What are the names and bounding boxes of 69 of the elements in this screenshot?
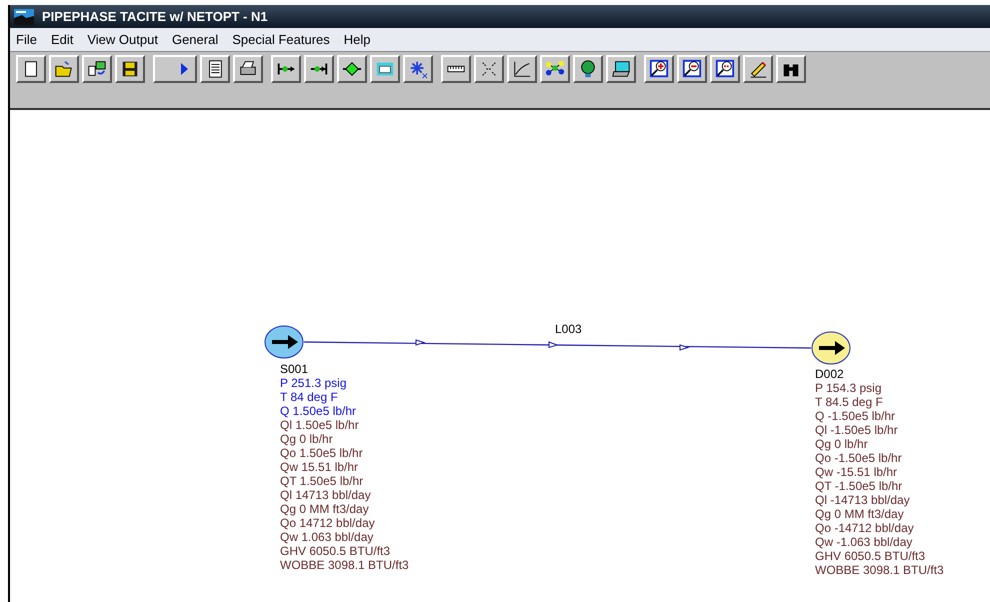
toolbar-button[interactable] <box>370 55 400 83</box>
node-result: GHV 6050.5 BTU/ft3 <box>815 549 926 563</box>
zoom-in-icon <box>649 58 669 80</box>
toolbar-button[interactable] <box>474 55 504 83</box>
toolbar-button[interactable] <box>115 55 145 83</box>
toolbar-button[interactable] <box>200 55 230 83</box>
node-result: Qo -1.50e5 lb/hr <box>815 451 903 465</box>
menu-item[interactable]: Edit <box>50 30 74 50</box>
toolbar-button[interactable] <box>441 55 471 83</box>
node-result: Qo -14712 bbl/day <box>815 521 915 535</box>
node-result: Qo 14712 bbl/day <box>280 516 376 530</box>
node-result: GHV 6050.5 BTU/ft3 <box>280 544 392 558</box>
node-name: D002 <box>815 367 845 381</box>
node-result: P 154.3 psig <box>815 381 882 395</box>
node-result: T 84 deg F <box>280 390 339 404</box>
node-result: Q -1.50e5 lb/hr <box>815 409 896 423</box>
toolbar-button[interactable] <box>606 55 636 83</box>
zoom-out-icon <box>682 58 702 80</box>
node-result: Qw -1.063 bbl/day <box>815 535 914 549</box>
node-name: S001 <box>280 362 310 376</box>
menu-item[interactable]: Help <box>344 30 371 50</box>
node-result: QT -1.50e5 lb/hr <box>815 479 904 493</box>
toolbar-button[interactable] <box>403 55 433 83</box>
source-node[interactable] <box>264 326 304 358</box>
toolbar-button[interactable] <box>271 55 301 83</box>
toolbar-button[interactable] <box>540 55 570 83</box>
menu-item[interactable]: File <box>16 30 37 50</box>
node-result: QT 1.50e5 lb/hr <box>280 474 364 488</box>
node-result: Ql -1.50e5 lb/hr <box>815 423 899 437</box>
toolbar-button[interactable] <box>16 55 46 83</box>
node-result: Qg 0 MM ft3/day <box>815 507 905 521</box>
toolbar-button[interactable] <box>153 55 197 83</box>
node-result: Qg 0 MM ft3/day <box>280 502 370 516</box>
menu-item[interactable]: View Output <box>87 30 158 50</box>
node-result: Q 1.50e5 lb/hr <box>280 404 358 418</box>
toolbar-button[interactable] <box>743 55 773 83</box>
toolbar-button[interactable] <box>82 55 112 83</box>
toolbar-button[interactable] <box>710 55 740 83</box>
toolbar-button[interactable] <box>776 55 806 83</box>
node-result: Ql -14713 bbl/day <box>815 493 911 507</box>
node-result: WOBBE 3098.1 BTU/ft3 <box>280 558 409 572</box>
app-icon <box>14 8 34 24</box>
toolbar-button[interactable] <box>233 55 263 83</box>
zoom-fit-icon <box>715 58 735 80</box>
node-result: Ql 14713 bbl/day <box>280 488 372 502</box>
node-result: Qo 1.50e5 lb/hr <box>280 446 364 460</box>
node-result: WOBBE 3098.1 BTU/ft3 <box>815 563 944 577</box>
toolbar-button[interactable] <box>644 55 674 83</box>
toolbar-button[interactable] <box>573 55 603 83</box>
link-label: L003 <box>555 323 582 335</box>
node-result: P 251.3 psig <box>280 376 348 390</box>
menu-item[interactable]: Special Features <box>232 30 330 50</box>
node-result: Qg 0 lb/hr <box>280 432 334 446</box>
toolbar-button[interactable] <box>337 55 367 83</box>
node-result: Qw -15.51 lb/hr <box>815 465 898 479</box>
node-result: T 84.5 deg F <box>815 395 884 409</box>
node-result: Ql 1.50e5 lb/hr <box>280 418 360 432</box>
toolbar-button[interactable] <box>677 55 707 83</box>
node-result: Qw 15.51 lb/hr <box>280 460 360 474</box>
sink-node[interactable] <box>812 332 850 364</box>
toolbar-button[interactable] <box>49 55 79 83</box>
run-icon <box>181 63 188 75</box>
toolbar-button[interactable] <box>304 55 334 83</box>
menu-item[interactable]: General <box>172 30 218 50</box>
node-result: Qw 1.063 bbl/day <box>280 530 374 544</box>
window-title: PIPEPHASE TACITE w/ NETOPT - N1 <box>42 8 268 26</box>
node-result: Qg 0 lb/hr <box>815 437 869 451</box>
pipe-link[interactable] <box>304 339 811 351</box>
toolbar-button[interactable] <box>507 55 537 83</box>
